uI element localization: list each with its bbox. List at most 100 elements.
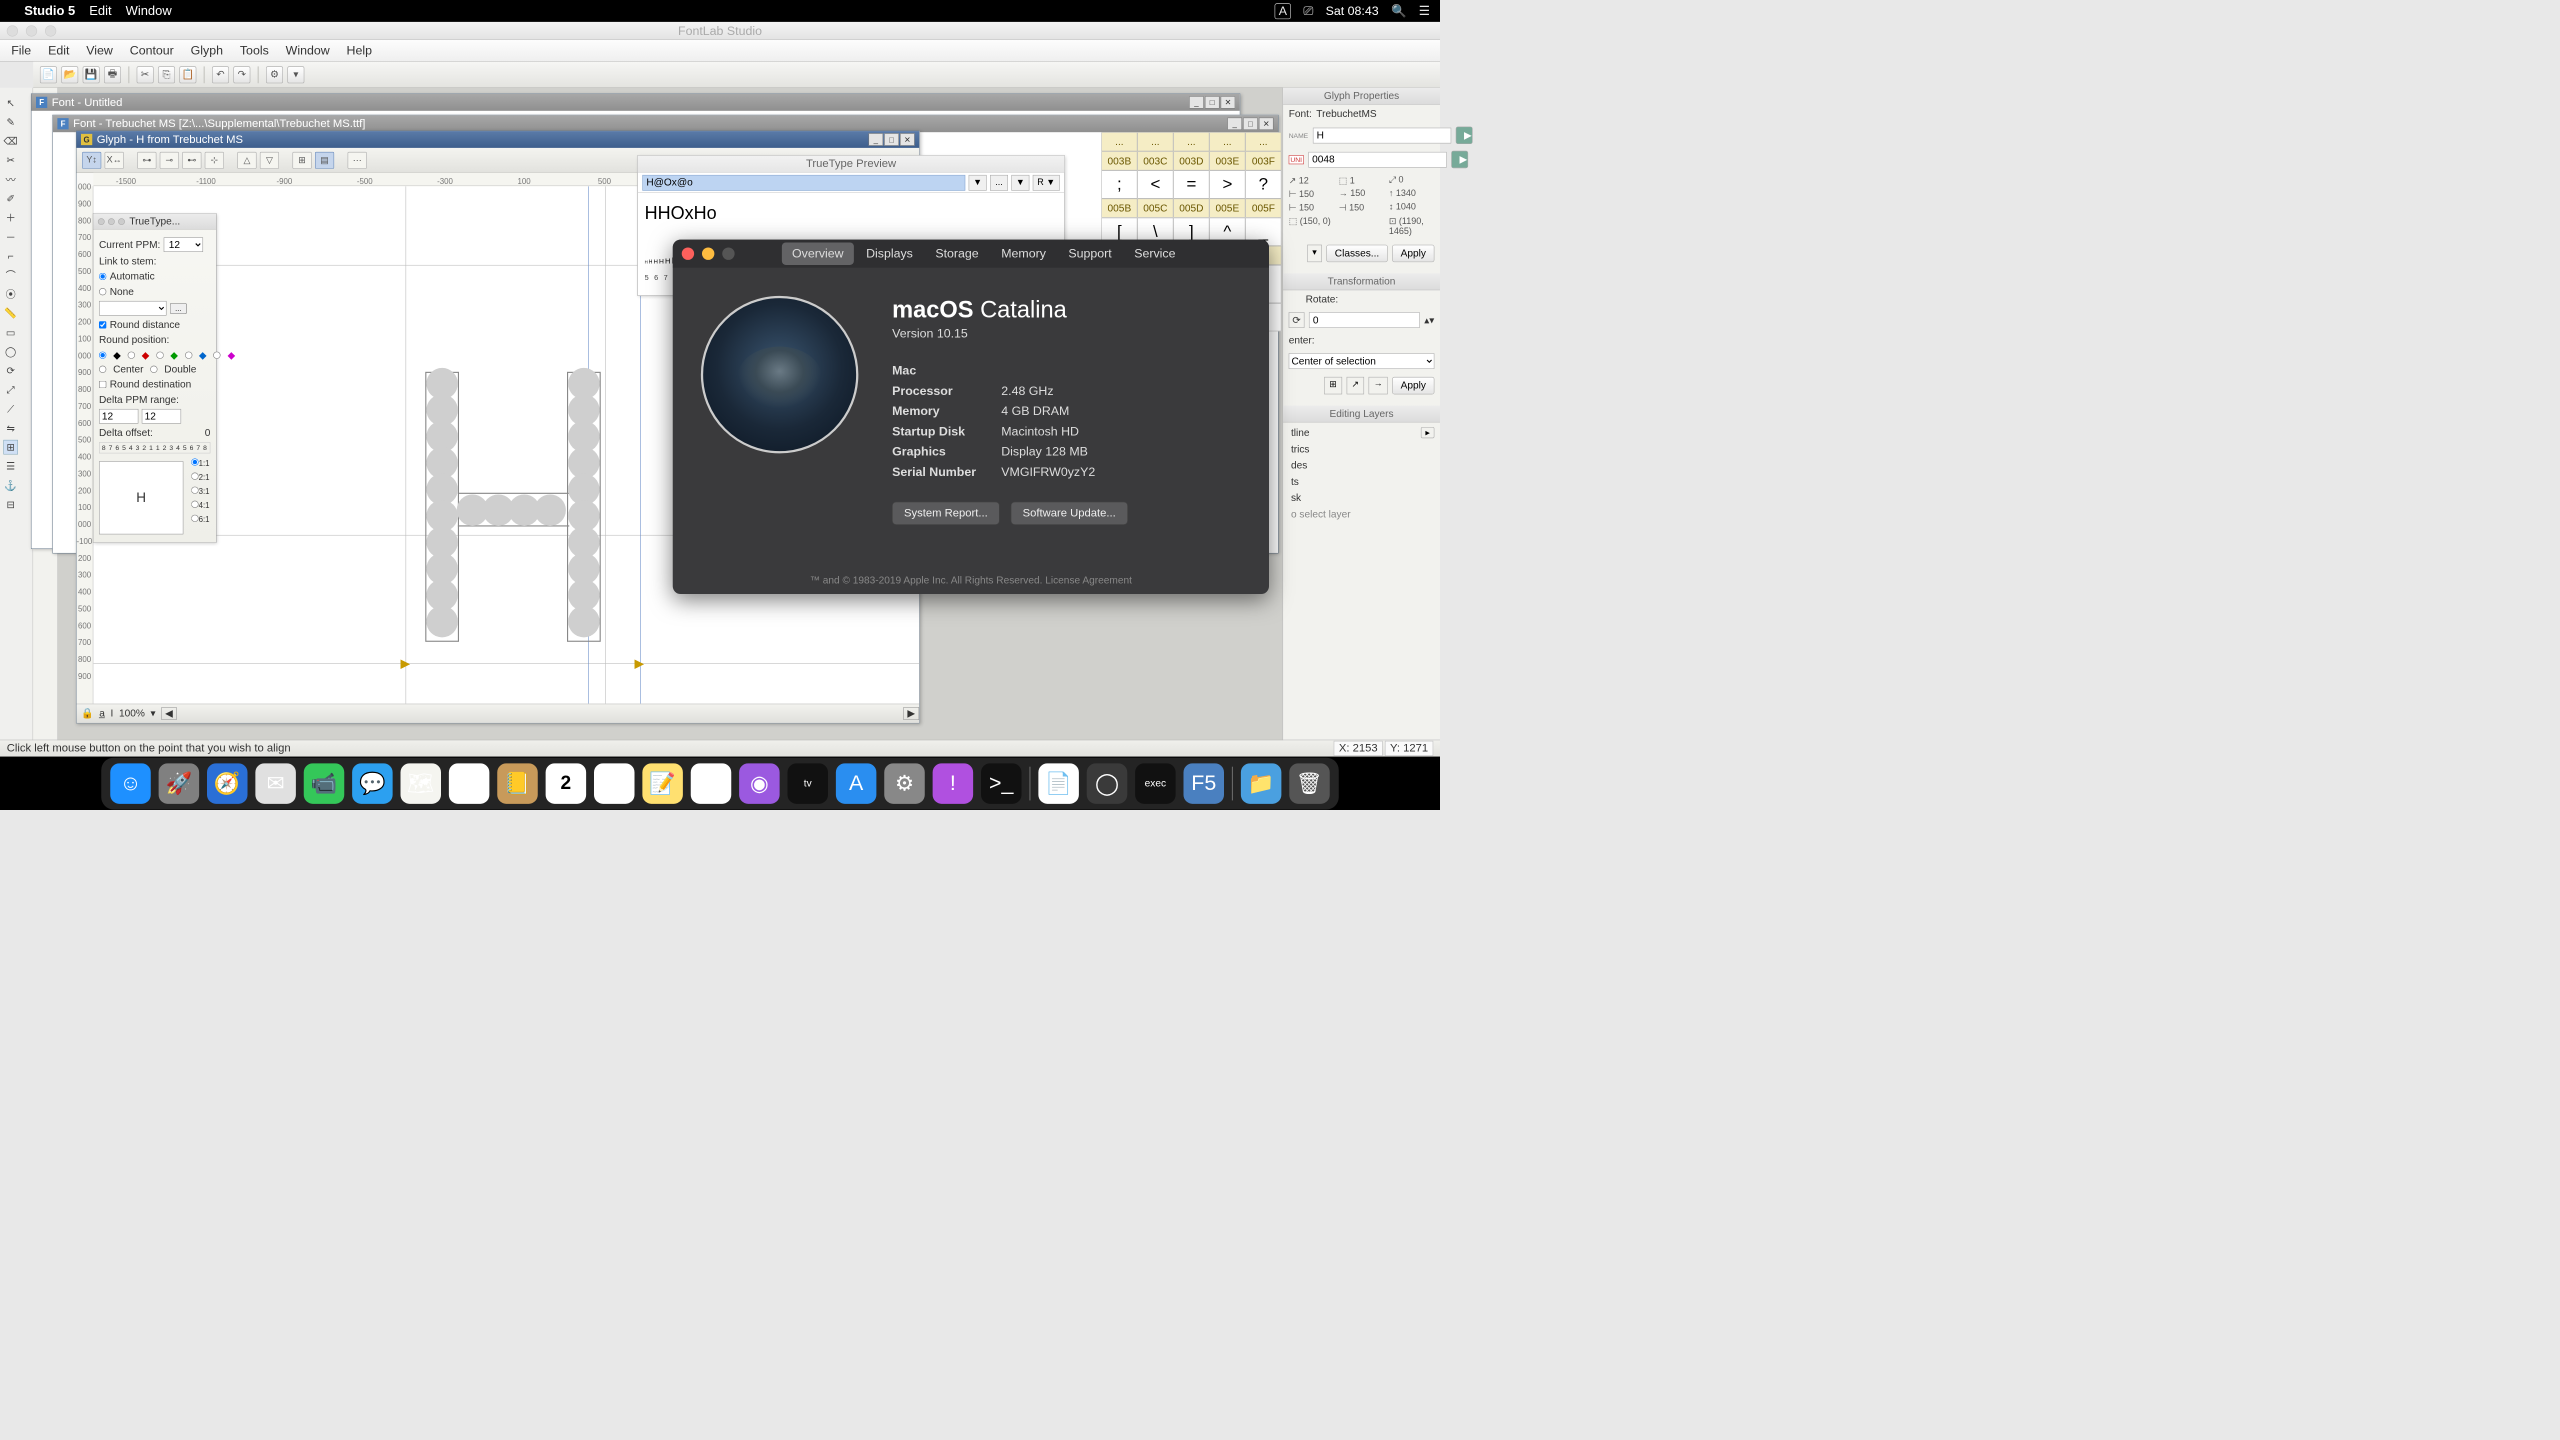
align-icon[interactable]: ⊶ <box>137 152 156 169</box>
delta-from-input[interactable] <box>99 409 138 424</box>
link-none-radio[interactable] <box>99 288 106 295</box>
dock-mail-icon[interactable]: ✉ <box>255 763 296 804</box>
final-delta-icon[interactable]: ▽ <box>260 152 279 169</box>
glyph-unicode-input[interactable] <box>1308 152 1446 168</box>
dock-fontlab-icon[interactable]: F5 <box>1184 763 1225 804</box>
glyph-cell[interactable]: 005B <box>1101 199 1137 218</box>
layer-item[interactable]: trics <box>1283 441 1440 457</box>
tab-displays[interactable]: Displays <box>856 242 923 265</box>
stem-options-button[interactable]: ... <box>170 303 187 314</box>
software-update-button[interactable]: Software Update... <box>1011 502 1128 525</box>
save-icon[interactable]: 💾 <box>83 66 100 83</box>
dock-contacts-icon[interactable]: 📒 <box>497 763 538 804</box>
panel-min-icon[interactable] <box>108 218 115 225</box>
zoom-value[interactable]: 100% <box>119 708 145 720</box>
options-icon[interactable]: ⋯ <box>348 152 367 169</box>
about-this-mac-window[interactable]: Overview Displays Storage Memory Support… <box>673 240 1269 594</box>
zoom-i-icon[interactable]: I <box>110 708 113 720</box>
lock-icon[interactable]: 🔒 <box>81 708 94 720</box>
glyph-cell[interactable]: ? <box>1245 170 1281 198</box>
eraser-tool-icon[interactable]: ⌫ <box>3 134 18 149</box>
dock-safari-icon[interactable]: 🧭 <box>207 763 248 804</box>
undo-icon[interactable]: ↶ <box>212 66 229 83</box>
glyph-cell[interactable]: 003E <box>1209 151 1245 170</box>
ppm-select[interactable]: 12 <box>164 237 203 252</box>
stem-select[interactable] <box>99 301 167 316</box>
hint-tool-icon[interactable]: ⊞ <box>3 440 18 455</box>
magnet-tool-icon[interactable]: ⦿ <box>3 287 18 302</box>
ratio-41[interactable] <box>191 501 198 508</box>
uni-go-button[interactable]: ▶ <box>1451 151 1468 168</box>
dock-podcasts-icon[interactable]: ◉ <box>739 763 780 804</box>
tab-storage[interactable]: Storage <box>925 242 989 265</box>
ratio-11[interactable] <box>191 458 198 465</box>
del-point-icon[interactable]: － <box>3 230 18 245</box>
transform-opt-icon[interactable]: ⊞ <box>1324 377 1342 394</box>
glyph-cell[interactable]: < <box>1137 170 1173 198</box>
dock-appstore-icon[interactable]: A <box>836 763 877 804</box>
win-close-icon[interactable]: ✕ <box>1221 96 1236 108</box>
menu-help[interactable]: Help <box>347 43 372 58</box>
dock-reminders-icon[interactable]: ☑ <box>594 763 635 804</box>
metrics-tool-icon[interactable]: ⊟ <box>3 497 18 512</box>
round-pos-r3[interactable] <box>156 349 163 361</box>
generate-icon[interactable]: ⚙ <box>266 66 283 83</box>
print-icon[interactable]: 🖶 <box>104 66 121 83</box>
glyph-cell[interactable]: 003F <box>1245 151 1281 170</box>
menu-window[interactable]: Window <box>286 43 330 58</box>
mirror-tool-icon[interactable]: ⇋ <box>3 421 18 436</box>
preview-icon[interactable]: ▤ <box>315 152 334 169</box>
about-close-icon[interactable] <box>682 248 694 260</box>
dock-launchpad-icon[interactable]: 🚀 <box>159 763 200 804</box>
round-double-radio[interactable] <box>150 363 157 375</box>
dropdown-icon[interactable]: ▾ <box>287 66 304 83</box>
dock-terminal-icon[interactable]: >_ <box>981 763 1022 804</box>
scroll-right-icon[interactable]: ▶ <box>903 707 919 720</box>
vlink-icon[interactable]: Y↕ <box>82 152 101 169</box>
metrics-dropdown-icon[interactable]: ▾ <box>1307 245 1322 262</box>
truetype-hinting-panel[interactable]: TrueType... Current PPM: 12 Link to stem… <box>93 213 217 543</box>
win-min-icon[interactable]: _ <box>1227 118 1242 130</box>
layers-list[interactable]: ▸ tline trics des ts sk o select layer <box>1283 422 1440 524</box>
apply-button[interactable]: Apply <box>1392 245 1434 262</box>
new-icon[interactable]: 📄 <box>40 66 57 83</box>
menubar-clock[interactable]: Sat 08:43 <box>1326 4 1379 19</box>
win-max-icon[interactable]: □ <box>884 133 899 145</box>
win-min-icon[interactable]: _ <box>1189 96 1204 108</box>
ttprev-input[interactable] <box>642 175 965 191</box>
link-auto-radio[interactable] <box>99 273 106 280</box>
input-source-badge[interactable]: A <box>1275 3 1291 19</box>
traffic-max[interactable] <box>45 25 56 36</box>
menu-edit[interactable]: Edit <box>89 3 111 18</box>
anchor-tool-icon[interactable]: ⚓ <box>3 478 18 493</box>
glyph-cell[interactable]: 003D <box>1173 151 1209 170</box>
rotate-tool-icon[interactable]: ⟳ <box>3 363 18 378</box>
redo-icon[interactable]: ↷ <box>233 66 250 83</box>
glyph-name-input[interactable] <box>1313 127 1451 143</box>
grid-icon[interactable]: ⊞ <box>293 152 312 169</box>
dock-notes-icon[interactable]: 📝 <box>642 763 683 804</box>
win-max-icon[interactable]: □ <box>1243 118 1258 130</box>
brush-tool-icon[interactable]: 〰 <box>3 172 18 187</box>
open-icon[interactable]: 📂 <box>61 66 78 83</box>
layer-item[interactable]: ts <box>1283 474 1440 490</box>
add-point-icon[interactable]: ＋ <box>3 210 18 225</box>
interpolate-icon[interactable]: ⊹ <box>205 152 224 169</box>
dock-textedit-icon[interactable]: 📄 <box>1038 763 1079 804</box>
zoom-dropdown-icon[interactable]: ▾ <box>150 708 155 720</box>
measure-tool-icon[interactable]: 📏 <box>3 306 18 321</box>
dock-trash-icon[interactable]: 🗑 <box>1289 763 1330 804</box>
dock-facetime-icon[interactable]: 📹 <box>304 763 345 804</box>
traffic-close[interactable] <box>7 25 18 36</box>
corner-tool-icon[interactable]: ⌐ <box>3 249 18 264</box>
glyph-cell[interactable]: 003B <box>1101 151 1137 170</box>
round-dest-check[interactable] <box>99 381 106 388</box>
guide-tool-icon[interactable]: ☰ <box>3 459 18 474</box>
win-max-icon[interactable]: □ <box>1205 96 1220 108</box>
glyph-cell[interactable]: = <box>1173 170 1209 198</box>
scroll-left-icon[interactable]: ◀ <box>161 707 177 720</box>
scale-tool-icon[interactable]: ⤢ <box>3 383 18 398</box>
dock-messages-icon[interactable]: 💬 <box>352 763 393 804</box>
paste-icon[interactable]: 📋 <box>179 66 196 83</box>
rotate-input[interactable] <box>1309 312 1420 328</box>
